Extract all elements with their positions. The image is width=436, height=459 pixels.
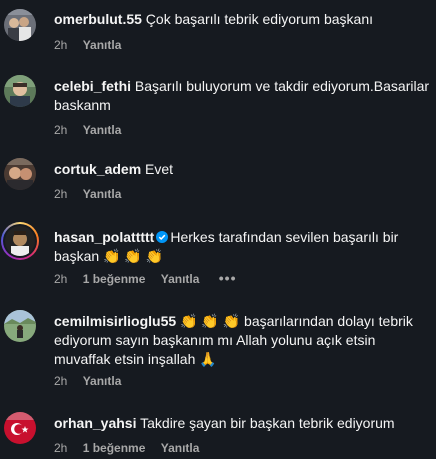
comment-text: Evet bbox=[145, 161, 174, 177]
comment-time[interactable]: 2h bbox=[54, 187, 67, 201]
comment-time[interactable]: 2h bbox=[54, 441, 67, 455]
avatar[interactable] bbox=[4, 310, 36, 342]
more-options-icon[interactable]: ••• bbox=[219, 270, 237, 286]
comment-username[interactable]: hasan_polattttt bbox=[54, 229, 154, 245]
avatar[interactable] bbox=[4, 9, 36, 41]
likes-count[interactable]: 1 beğenme bbox=[83, 441, 146, 455]
comment-time[interactable]: 2h bbox=[54, 272, 67, 286]
comment-text: Çok başarılı tebrik ediyorum başkanı bbox=[145, 11, 374, 27]
likes-count[interactable]: 1 beğenme bbox=[83, 272, 146, 286]
reply-button[interactable]: Yanıtla bbox=[83, 374, 122, 388]
comment-username[interactable]: orhan_yahsi bbox=[54, 415, 136, 431]
comment-time[interactable]: 2h bbox=[54, 38, 67, 52]
avatar[interactable] bbox=[1, 222, 39, 260]
comment-username[interactable]: celebi_fethi bbox=[54, 78, 131, 94]
reply-button[interactable]: Yanıtla bbox=[161, 272, 200, 286]
comment-text: Takdire şayan bir başkan tebrik ediyorum bbox=[140, 415, 395, 431]
avatar[interactable] bbox=[4, 158, 36, 190]
comment-username[interactable]: cortuk_adem bbox=[54, 161, 141, 177]
comment-time[interactable]: 2h bbox=[54, 374, 67, 388]
avatar[interactable] bbox=[4, 75, 36, 107]
reply-button[interactable]: Yanıtla bbox=[83, 187, 122, 201]
verified-badge-icon bbox=[156, 231, 169, 243]
avatar[interactable] bbox=[4, 412, 36, 444]
comment-username[interactable]: omerbulut.55 bbox=[54, 11, 142, 27]
reply-button[interactable]: Yanıtla bbox=[83, 38, 122, 52]
comment-username[interactable]: cemilmisirlioglu55 bbox=[54, 313, 176, 329]
comment-time[interactable]: 2h bbox=[54, 123, 67, 137]
reply-button[interactable]: Yanıtla bbox=[83, 123, 122, 137]
reply-button[interactable]: Yanıtla bbox=[161, 441, 200, 455]
